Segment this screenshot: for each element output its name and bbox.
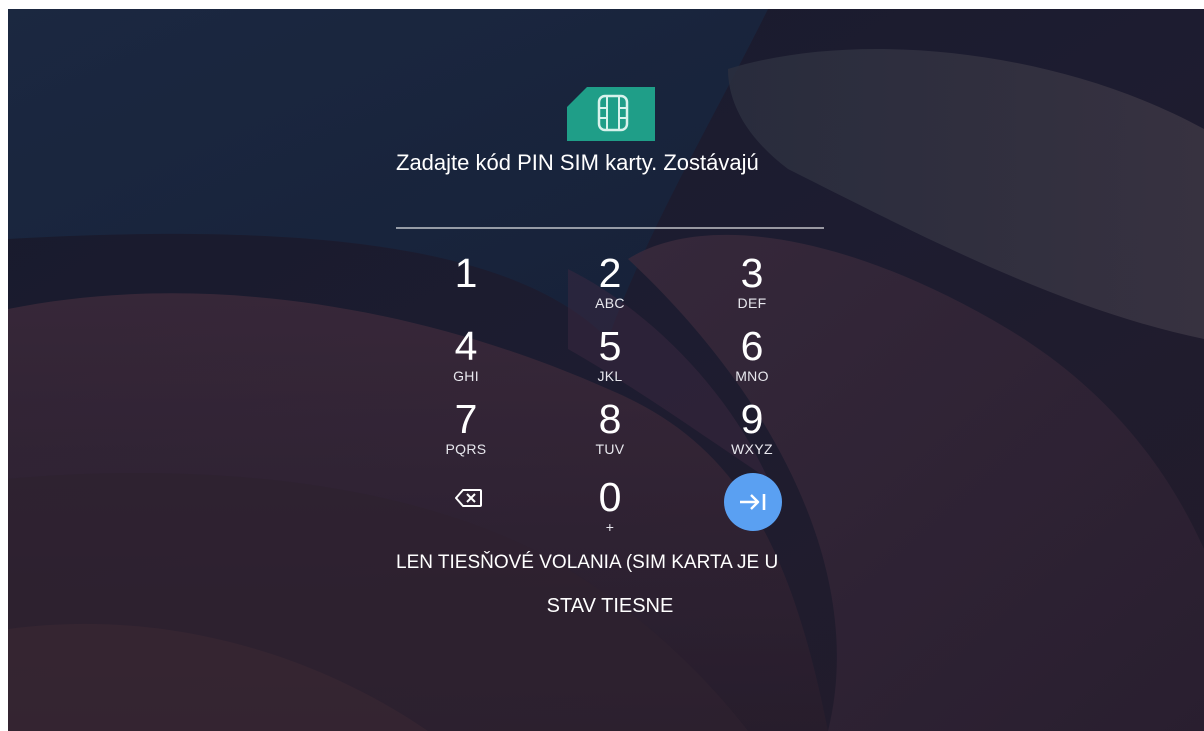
- key-letters: PQRS: [445, 441, 487, 457]
- key-9[interactable]: 9 WXYZ: [702, 397, 802, 471]
- key-0[interactable]: 0 +: [560, 475, 660, 549]
- backspace-button[interactable]: [451, 484, 487, 512]
- key-letters: WXYZ: [731, 441, 773, 457]
- key-letters: +: [605, 519, 615, 535]
- sim-pin-prompt: Zadajte kód PIN SIM karty. Zostávajú: [396, 150, 759, 175]
- key-4[interactable]: 4 GHI: [416, 324, 516, 398]
- pin-entry-field[interactable]: [396, 227, 824, 229]
- key-digit: 1: [454, 250, 478, 296]
- key-digit: 3: [740, 250, 764, 296]
- key-digit: 4: [454, 323, 478, 369]
- key-letters: JKL: [597, 368, 623, 384]
- key-3[interactable]: 3 DEF: [702, 251, 802, 325]
- key-digit: 6: [740, 323, 764, 369]
- key-digit: 0: [598, 474, 622, 520]
- lock-screen: Zadajte kód PIN SIM karty. Zostávajú 1 2…: [8, 9, 1204, 731]
- key-letters: MNO: [735, 368, 769, 384]
- key-7[interactable]: 7 PQRS: [416, 397, 516, 471]
- key-5[interactable]: 5 JKL: [560, 324, 660, 398]
- emergency-calls-only-text[interactable]: LEN TIESŇOVÉ VOLANIA (SIM KARTA JE U: [396, 548, 831, 578]
- key-letters: ABC: [595, 295, 625, 311]
- sim-card-icon: [567, 87, 655, 141]
- key-digit: 7: [454, 396, 478, 442]
- emergency-button[interactable]: STAV TIESNE: [530, 591, 690, 621]
- key-1[interactable]: 1: [416, 251, 516, 325]
- key-digit: 2: [598, 250, 622, 296]
- key-letters: DEF: [737, 295, 767, 311]
- key-6[interactable]: 6 MNO: [702, 324, 802, 398]
- key-digit: 8: [598, 396, 622, 442]
- key-8[interactable]: 8 TUV: [560, 397, 660, 471]
- backspace-icon: [455, 489, 482, 507]
- key-letters: GHI: [453, 368, 479, 384]
- arrow-right-to-bar-icon: [740, 494, 766, 510]
- key-letters: TUV: [595, 441, 625, 457]
- key-digit: 5: [598, 323, 622, 369]
- key-digit: 9: [740, 396, 764, 442]
- key-2[interactable]: 2 ABC: [560, 251, 660, 325]
- enter-button[interactable]: [724, 473, 782, 531]
